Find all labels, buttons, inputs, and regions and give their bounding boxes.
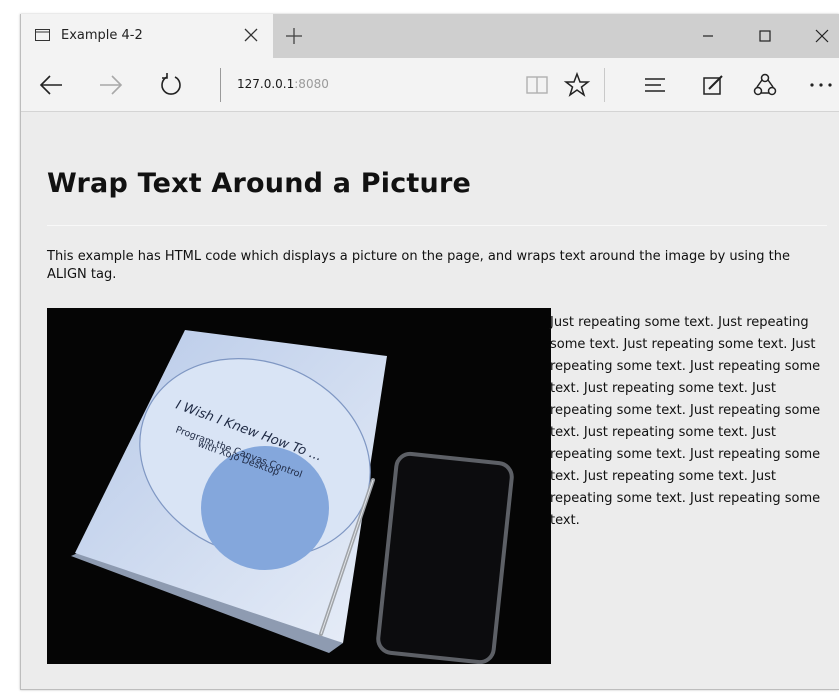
close-icon[interactable] [811, 25, 833, 47]
share-icon[interactable] [751, 71, 779, 99]
tab-title: Example 4-2 [61, 28, 143, 43]
close-icon[interactable] [241, 25, 261, 45]
tab-example-4-2[interactable]: Example 4-2 [21, 14, 273, 58]
tab-bar: Example 4-2 [21, 14, 839, 58]
plus-icon[interactable] [283, 25, 305, 47]
wrapped-text: Just repeating some text. Just repeating… [550, 315, 821, 528]
favorite-star-icon[interactable] [563, 71, 591, 99]
arrow-right-icon[interactable] [97, 71, 125, 99]
address-host: 127.0.0.1 [237, 77, 295, 91]
page-content: Wrap Text Around a Picture This example … [21, 112, 839, 689]
address-bar[interactable]: 127.0.0.1:8080 [237, 77, 329, 91]
more-icon[interactable] [807, 71, 835, 99]
maximize-icon[interactable] [754, 25, 776, 47]
page-title: Wrap Text Around a Picture [47, 168, 471, 199]
toolbar-separator [604, 68, 605, 102]
minimize-icon[interactable] [697, 25, 719, 47]
reading-view-icon[interactable] [523, 71, 551, 99]
horizontal-rule [47, 225, 827, 226]
arrow-left-icon[interactable] [37, 71, 65, 99]
book-photo-drawing: I Wish I Knew How To ... Program the Can… [71, 330, 514, 664]
browser-window: Example 4-2 127.0.0.1:8080 Wrap Text Aro… [20, 14, 839, 690]
refresh-icon[interactable] [157, 71, 185, 99]
web-note-icon[interactable] [699, 71, 727, 99]
intro-paragraph: This example has HTML code which display… [47, 249, 790, 282]
book-photo-image: I Wish I Knew How To ... Program the Can… [47, 308, 551, 664]
address-port: :8080 [294, 77, 329, 91]
hub-icon[interactable] [641, 71, 669, 99]
navigation-bar: 127.0.0.1:8080 [21, 58, 839, 112]
address-separator [220, 68, 221, 102]
phone-shape [376, 451, 514, 664]
page-icon [35, 29, 50, 41]
